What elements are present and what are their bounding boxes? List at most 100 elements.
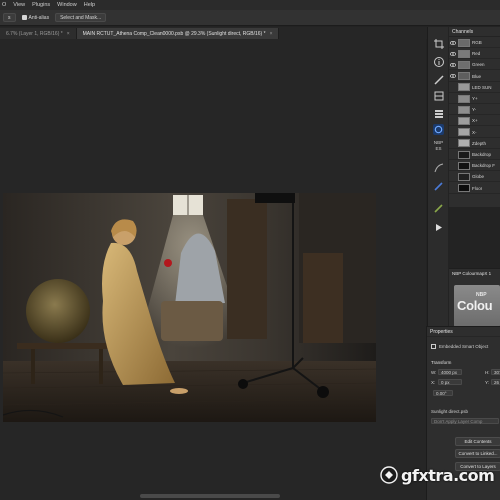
channel-name: X+ bbox=[472, 118, 478, 124]
colourmap-logo-card[interactable]: NBP Colou bbox=[454, 285, 500, 327]
x-field[interactable]: 0 px bbox=[438, 379, 462, 385]
eye-icon[interactable] bbox=[450, 40, 456, 46]
eye-hidden-icon[interactable] bbox=[450, 84, 456, 90]
brush-icon[interactable] bbox=[432, 73, 445, 86]
channels-panel-title[interactable]: Channels bbox=[449, 27, 500, 37]
channel-thumbnail bbox=[458, 60, 470, 69]
document-canvas[interactable] bbox=[3, 193, 376, 422]
eye-hidden-icon[interactable] bbox=[450, 129, 456, 135]
convert-to-linked-button[interactable]: Convert to Linked... bbox=[455, 449, 500, 458]
eye-hidden-icon[interactable] bbox=[450, 107, 456, 113]
channel-thumbnail bbox=[458, 161, 470, 170]
menu-item-window[interactable]: Window bbox=[57, 2, 77, 8]
channel-thumbnail bbox=[458, 72, 470, 81]
door bbox=[227, 199, 267, 339]
nbp-plugin-label[interactable]: NBP bbox=[430, 140, 447, 145]
eye-hidden-icon[interactable] bbox=[450, 118, 456, 124]
info-icon[interactable] bbox=[432, 55, 445, 68]
select-and-mask-button[interactable]: Select and Mask... bbox=[55, 13, 107, 22]
channel-thumbnail bbox=[458, 105, 470, 114]
menu-item-view[interactable]: View bbox=[13, 2, 25, 8]
y-field[interactable]: 26 bbox=[491, 379, 500, 385]
anti-alias-checkbox[interactable]: Anti-alias bbox=[21, 15, 49, 21]
channel-row[interactable]: Zdepth bbox=[449, 139, 500, 149]
eye-hidden-icon[interactable] bbox=[450, 96, 456, 102]
eye-hidden-icon[interactable] bbox=[450, 185, 456, 191]
channel-row[interactable]: Green bbox=[449, 60, 500, 71]
globe-table bbox=[17, 343, 112, 349]
x-label: X: bbox=[431, 380, 436, 385]
channel-thumbnail bbox=[458, 184, 470, 193]
menu-item-o[interactable]: O bbox=[2, 2, 6, 8]
height-field[interactable]: 307 bbox=[491, 369, 500, 375]
covered-chair bbox=[161, 301, 223, 341]
eye-hidden-icon[interactable] bbox=[450, 174, 456, 180]
channel-thumbnail bbox=[458, 150, 470, 159]
canvas-area[interactable] bbox=[0, 39, 426, 500]
channel-thumbnail bbox=[458, 83, 470, 92]
swatch-pen-icon[interactable] bbox=[432, 179, 445, 192]
angle-field[interactable]: 0.00° bbox=[433, 390, 453, 396]
options-button[interactable]: s bbox=[3, 13, 16, 22]
properties-panel-title[interactable]: Properties bbox=[427, 327, 500, 337]
eye-icon[interactable] bbox=[450, 51, 456, 57]
watermark-logo-icon bbox=[380, 466, 398, 484]
edit-contents-button[interactable]: Edit Contents bbox=[455, 437, 500, 446]
channel-row[interactable]: X+ bbox=[449, 116, 500, 127]
channel-row[interactable]: Blue bbox=[449, 72, 500, 82]
channel-row[interactable]: Backdrop bbox=[449, 150, 500, 160]
channel-name: Y+ bbox=[472, 96, 478, 101]
layer-comp-dropdown[interactable]: Don't Apply Layer Comp bbox=[431, 418, 499, 424]
channel-row[interactable]: RGB bbox=[449, 38, 500, 48]
document-tab-layer1[interactable]: 6.7% (Layer 1, RGB/16) * × bbox=[0, 28, 77, 39]
paths-icon[interactable] bbox=[432, 161, 445, 174]
crop-tool-icon[interactable] bbox=[432, 37, 445, 50]
document-tab-main[interactable]: MAIN RCTUT_Athena Comp_Clean0000.psb @ 2… bbox=[76, 28, 280, 39]
channel-row[interactable]: X- bbox=[449, 128, 500, 138]
scrollbar-thumb[interactable] bbox=[140, 494, 280, 498]
channel-name: Backdrop bbox=[472, 152, 492, 157]
close-icon[interactable]: × bbox=[270, 31, 273, 37]
channel-name: Backdrop F bbox=[472, 163, 496, 169]
channel-row[interactable]: Y- bbox=[449, 105, 500, 116]
menu-item-help[interactable]: Help bbox=[84, 2, 95, 8]
globe bbox=[26, 279, 90, 343]
channel-thumbnail bbox=[458, 128, 470, 137]
channel-row[interactable]: LED SUN bbox=[449, 83, 500, 93]
channel-row[interactable]: Backdrop F bbox=[449, 161, 500, 172]
eye-hidden-icon[interactable] bbox=[450, 152, 456, 158]
eye-icon[interactable] bbox=[450, 73, 456, 79]
smart-object-icon bbox=[431, 344, 436, 349]
tab-label: 6.7% (Layer 1, RGB/16) * bbox=[6, 30, 63, 37]
channel-name: Floor bbox=[472, 185, 483, 191]
channel-thumbnail bbox=[458, 49, 470, 58]
channel-row[interactable]: Y+ bbox=[449, 94, 500, 104]
colourmap-logo-text: Colou bbox=[457, 298, 493, 313]
menu-item-plugins[interactable]: Plugins bbox=[32, 2, 50, 8]
object-type-row: Embedded Smart Object bbox=[431, 344, 488, 349]
history-icon[interactable] bbox=[432, 107, 445, 120]
eye-icon[interactable] bbox=[450, 62, 456, 68]
options-button-label: s bbox=[8, 14, 11, 21]
eye-hidden-icon[interactable] bbox=[450, 140, 456, 146]
globe-table-leg bbox=[31, 349, 35, 384]
play-action-icon[interactable] bbox=[432, 221, 445, 234]
options-bar: s Anti-alias Select and Mask... bbox=[0, 10, 500, 26]
channel-row[interactable]: Red bbox=[449, 49, 500, 60]
menu-bar: O View Plugins Window Help bbox=[0, 0, 500, 10]
horizontal-scrollbar[interactable] bbox=[0, 494, 426, 498]
eye-hidden-icon[interactable] bbox=[450, 163, 456, 169]
channel-row[interactable]: Floor bbox=[449, 184, 500, 194]
circle-plugin-icon[interactable] bbox=[432, 123, 445, 136]
width-field[interactable]: 4000 px bbox=[438, 369, 462, 375]
close-icon[interactable]: × bbox=[67, 31, 70, 37]
y-label: Y: bbox=[485, 380, 490, 385]
styles-pen-icon[interactable] bbox=[432, 201, 445, 214]
red-rose bbox=[164, 259, 172, 267]
globe-table-leg bbox=[99, 349, 103, 384]
channel-thumbnail bbox=[458, 139, 470, 148]
colourmap-panel-title[interactable]: NBP ColourmapX 1 bbox=[449, 269, 500, 278]
channel-name: Red bbox=[472, 51, 481, 57]
channel-row[interactable]: Globe bbox=[449, 172, 500, 183]
adjustments-icon[interactable] bbox=[432, 89, 445, 102]
